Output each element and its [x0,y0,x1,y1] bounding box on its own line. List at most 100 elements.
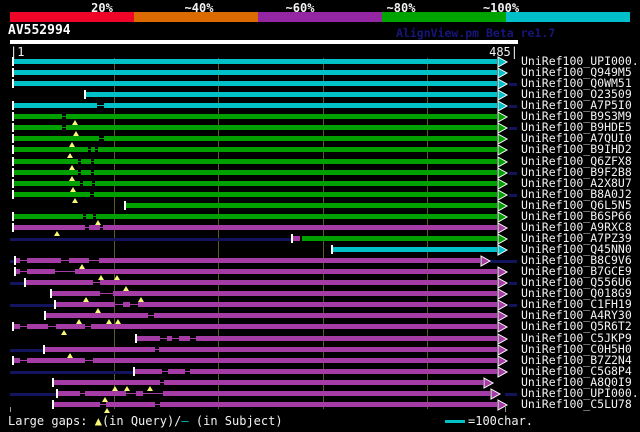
subject-gap-dash [85,326,91,327]
alignment-bar[interactable] [12,192,497,197]
subject-extent-line [509,83,517,86]
subject-extent-line [10,304,54,307]
alignment-bar[interactable] [12,181,497,186]
alignment-start-tick [12,190,14,199]
alignment-bar[interactable] [12,103,497,108]
alignment-bar[interactable] [53,402,497,407]
subject-gap-dash [99,138,104,139]
alignment-arrowhead-icon [497,321,509,333]
alignment-bar[interactable] [12,81,497,86]
subject-gap-dash [91,172,94,173]
alignment-bar[interactable] [332,247,497,252]
alignment-bar[interactable] [125,203,497,208]
alignment-bar[interactable] [293,236,300,241]
alignment-start-tick [12,322,14,331]
alignment-bar[interactable] [12,170,497,175]
subject-gap-dash [85,227,89,228]
subject-gap-dash [162,371,168,372]
scale-label-1: ~40% [184,1,214,15]
alignment-bar[interactable] [45,313,497,318]
legend-text-1: Large gaps: [8,414,95,428]
query-title: AV552994 [8,23,71,38]
gridline-0 [114,58,115,409]
subject-extent-line [10,349,43,352]
alignment-bar[interactable] [51,291,497,296]
subject-gap-dash [97,105,104,106]
query-gap-triangle-icon [104,408,110,413]
hit-label[interactable]: UniRef100_C5LU78 [521,398,632,410]
alignment-arrowhead-icon [497,244,509,256]
gridline-2 [323,58,324,409]
scale-segment-20 [10,12,134,22]
subject-gap-dash [126,393,136,394]
subject-gap-dash [93,282,100,283]
alignment-bar[interactable] [12,59,497,64]
scale-label-3: ~80% [386,1,416,15]
query-gap-triangle-icon: ▲ [94,414,102,428]
subject-extent-line [509,127,517,130]
subject-gap-dash [130,304,138,305]
alignment-start-tick [124,201,126,210]
subject-gap-dash [148,315,154,316]
alignment-start-tick [14,267,16,276]
subject-gap-dash [100,404,106,405]
alignment-start-tick [12,179,14,188]
alignment-arrowhead-icon [497,366,509,378]
subject-gap-dash [78,172,81,173]
alignment-start-tick [12,79,14,88]
alignment-bar[interactable] [14,269,497,274]
alignment-start-tick [12,157,14,166]
query-gap-triangle-icon [67,153,73,158]
alignment-start-tick [133,367,135,376]
subject-extent-line [509,282,517,285]
alignment-bar[interactable] [57,391,490,396]
alignment-arrowhead-icon [497,144,509,156]
query-gap-triangle-icon [54,231,60,236]
subject-extent-line [509,105,517,108]
alignment-bar[interactable] [85,92,497,97]
subject-gap-dash [185,371,190,372]
alignment-bar[interactable] [53,380,483,385]
axis-tick-0 [10,407,11,412]
subject-extent-line [10,238,291,241]
alignment-bar[interactable] [12,114,497,119]
gaps-legend: Large gaps: ▲(in Query)/— (in Subject) [8,414,283,428]
subject-gap-dash [100,227,103,228]
subject-gap-dash [95,149,98,150]
scale-label-4: ~100% [482,1,520,15]
alignment-start-tick [43,345,45,354]
alignment-start-tick [291,234,293,243]
alignment-bar[interactable] [302,236,497,241]
alignment-bar[interactable] [14,258,480,263]
alignment-arrowhead-icon [480,255,492,267]
alignment-arrowhead-icon [497,399,509,411]
subject-extent-line [509,172,517,175]
alignment-bar[interactable] [12,70,497,75]
query-ruler [10,40,518,44]
scale-segment-100 [506,12,630,22]
alignment-overview-screen: 20% ~40% ~60% ~80% ~100% AV552994 AlignView.… [0,0,640,432]
subject-gap-dash [83,216,86,217]
subject-gap-dash [20,326,27,327]
subject-gap-dash [160,382,164,383]
alignment-bar[interactable] [12,147,497,152]
subject-gap-dash [155,349,159,350]
subject-extent-line [509,304,517,307]
subject-extent-line [505,393,517,396]
subject-gap-dash [93,216,96,217]
subject-gap-dash [78,161,81,162]
alignment-bar[interactable] [12,125,497,130]
subject-gap-dash [91,161,94,162]
subject-gap-dash [143,393,163,394]
subject-gap-dash [92,183,95,184]
subject-gap-dash [20,260,27,261]
alignment-bar[interactable] [44,347,497,352]
alignment-bar[interactable] [12,159,497,164]
alignment-start-tick [24,278,26,287]
subject-gap-dash [90,194,94,195]
alignment-bar[interactable] [12,136,497,141]
subject-gap-dash [85,360,93,361]
query-gap-triangle-icon [61,330,67,335]
alignment-start-tick [12,123,14,132]
legend-text-2: (in Query)/ [101,414,182,428]
